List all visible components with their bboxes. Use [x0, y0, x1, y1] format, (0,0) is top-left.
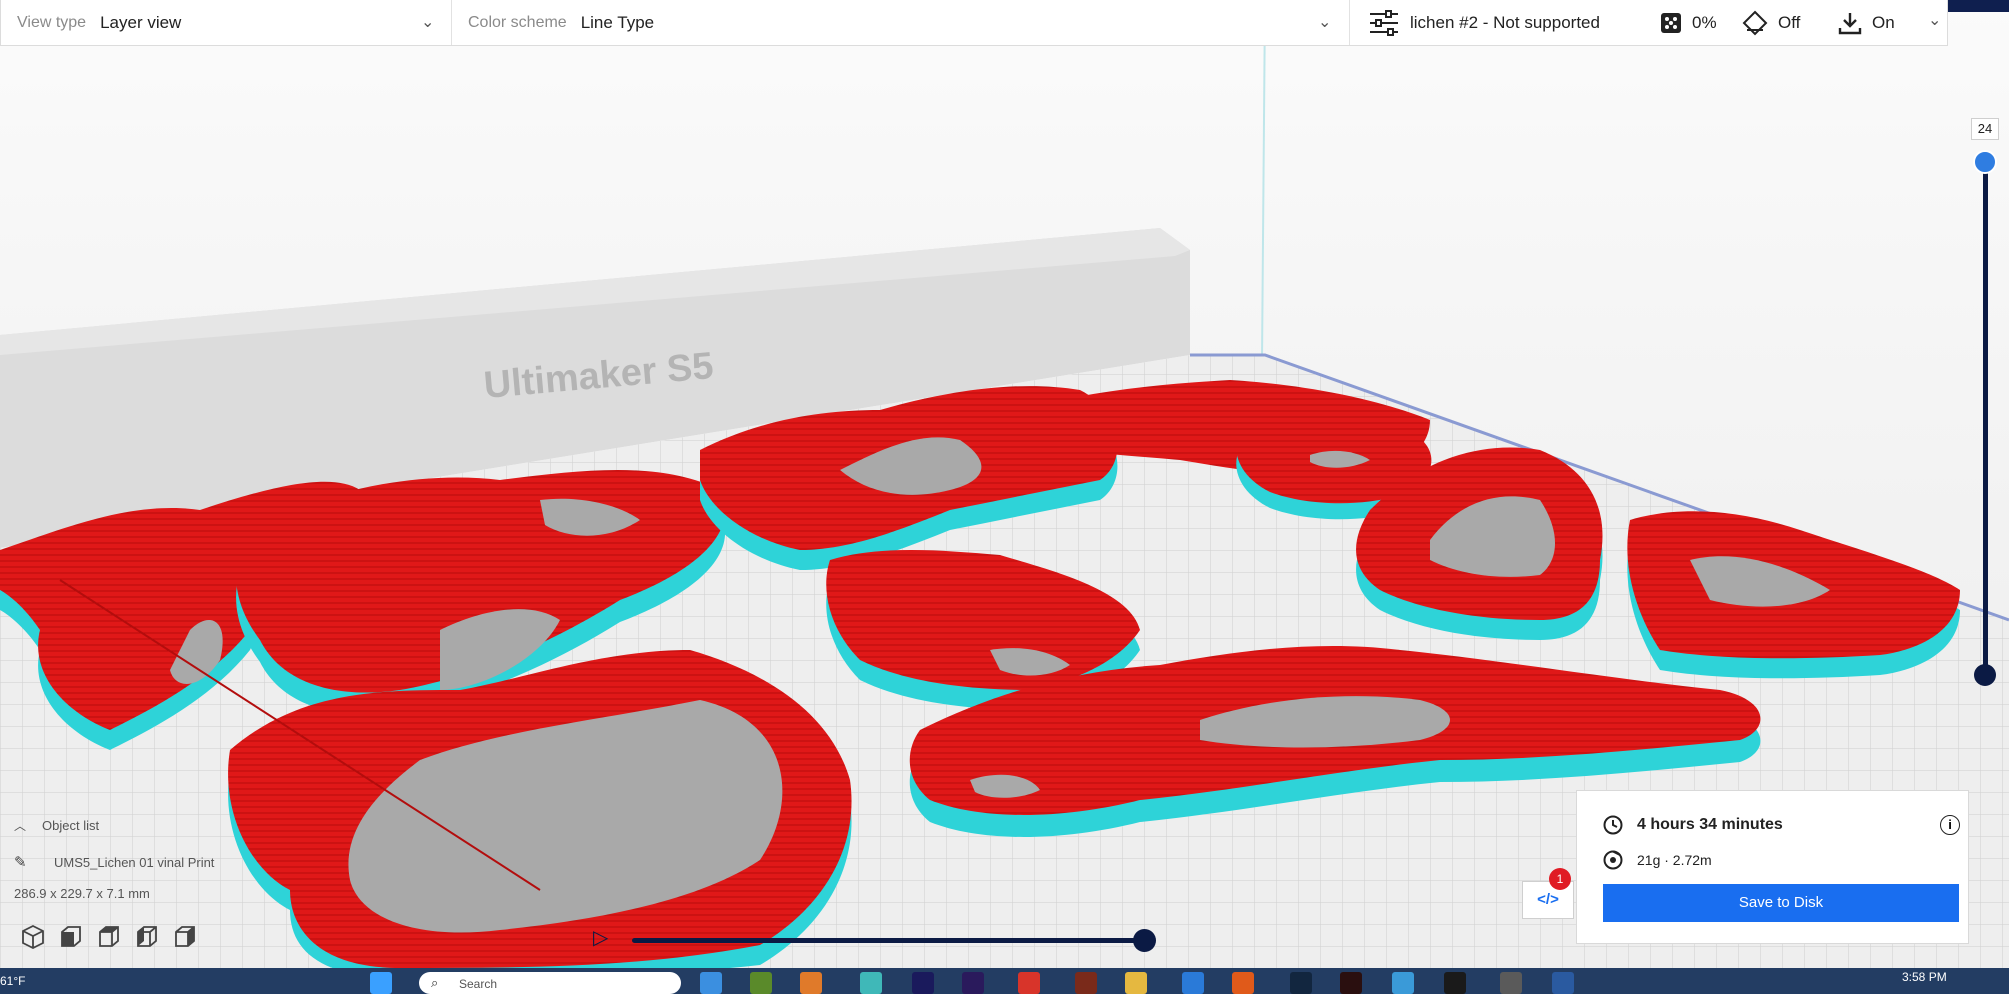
- material-usage: 21g · 2.72m: [1637, 852, 1712, 868]
- layer-slider-bottom-handle[interactable]: [1974, 664, 1996, 686]
- top-toolbar: View type Layer view ⌄ Color scheme Line…: [0, 0, 1948, 46]
- weather-temperature[interactable]: 61°F: [0, 974, 25, 988]
- layer-slider-track[interactable]: [1983, 160, 1988, 676]
- taskbar-search[interactable]: ⌕ Search: [419, 972, 681, 994]
- print-time: 4 hours 34 minutes: [1637, 816, 1783, 833]
- taskbar-app[interactable]: [1500, 972, 1522, 994]
- taskbar-app[interactable]: [912, 972, 934, 994]
- infill-value: 0%: [1692, 12, 1717, 32]
- print-settings-button[interactable]: lichen #2 - Not supported 0% Off On ⌄: [1350, 0, 1947, 45]
- pencil-icon: ✎: [14, 854, 27, 871]
- taskbar-app[interactable]: [1182, 972, 1204, 994]
- chevron-down-icon[interactable]: ⌄: [1928, 10, 1941, 30]
- taskbar-app[interactable]: [1444, 972, 1466, 994]
- taskbar-app[interactable]: [1125, 972, 1147, 994]
- taskbar-app[interactable]: [1075, 972, 1097, 994]
- current-layer-number[interactable]: 24: [1971, 118, 1999, 140]
- print-info-panel: 4 hours 34 minutes i 21g · 2.72m Save to…: [1576, 790, 1969, 944]
- support-value: Off: [1778, 12, 1801, 32]
- taskbar-app[interactable]: [1290, 972, 1312, 994]
- taskbar-app[interactable]: [1552, 972, 1574, 994]
- taskbar-app[interactable]: [800, 972, 822, 994]
- taskbar-app[interactable]: [750, 972, 772, 994]
- support-icon: [1742, 10, 1768, 35]
- object-list-item[interactable]: ✎ UMS5_Lichen 01 vinal Print: [14, 852, 214, 872]
- color-scheme-dropdown[interactable]: Color scheme Line Type ⌄: [452, 0, 1350, 45]
- taskbar-app[interactable]: [700, 972, 722, 994]
- object-dimensions: 286.9 x 229.7 x 7.1 mm: [14, 886, 150, 901]
- layer-slider-top-handle[interactable]: [1973, 150, 1997, 174]
- start-button[interactable]: [370, 972, 392, 994]
- chevron-down-icon: ⌄: [1318, 14, 1332, 31]
- window-accent: [1948, 0, 2009, 12]
- play-icon[interactable]: ▷: [593, 928, 608, 948]
- simulation-slider-handle[interactable]: [1133, 929, 1156, 952]
- left-view-icon[interactable]: [134, 924, 172, 952]
- color-scheme-label: Color scheme: [468, 13, 567, 31]
- info-icon[interactable]: i: [1940, 815, 1960, 835]
- save-to-disk-button[interactable]: Save to Disk: [1603, 884, 1959, 922]
- 3d-view-icon[interactable]: [20, 924, 58, 952]
- object-file-name: UMS5_Lichen 01 vinal Print: [54, 854, 215, 870]
- view-type-label: View type: [17, 13, 87, 31]
- taskbar-app[interactable]: [860, 972, 882, 994]
- right-view-icon[interactable]: [172, 924, 210, 952]
- infill-icon: [1661, 12, 1681, 33]
- taskbar-clock[interactable]: 3:58 PM: [1902, 970, 1947, 984]
- front-view-icon[interactable]: [58, 924, 96, 952]
- simulation-slider-track[interactable]: [632, 938, 1146, 943]
- taskbar-app[interactable]: [1018, 972, 1040, 994]
- color-scheme-value: Line Type: [580, 12, 655, 32]
- clock-icon: [1603, 815, 1623, 835]
- windows-taskbar: 61°F ⌕ Search 3:58 PM: [0, 968, 2009, 994]
- object-list-header: Object list: [42, 817, 100, 833]
- gcode-badge: 1: [1549, 868, 1571, 890]
- search-icon: ⌕: [431, 975, 439, 990]
- taskbar-app[interactable]: [962, 972, 984, 994]
- object-list-toggle[interactable]: ︿ Object list: [14, 814, 214, 836]
- spool-icon: [1603, 850, 1623, 870]
- chevron-down-icon: ⌄: [421, 14, 435, 31]
- object-list-panel: ︿ Object list ✎ UMS5_Lichen 01 vinal Pri…: [14, 814, 214, 902]
- camera-view-buttons: [20, 924, 210, 952]
- taskbar-app[interactable]: [1340, 972, 1362, 994]
- taskbar-app[interactable]: [1232, 972, 1254, 994]
- search-placeholder: Search: [459, 977, 498, 991]
- chevron-up-icon: ︿: [14, 818, 27, 833]
- taskbar-app[interactable]: [1392, 972, 1414, 994]
- adhesion-value: On: [1872, 12, 1895, 32]
- top-view-icon[interactable]: [96, 924, 134, 952]
- view-type-dropdown[interactable]: View type Layer view ⌄: [1, 0, 452, 45]
- settings-sliders-icon: [1370, 9, 1398, 36]
- adhesion-icon: [1838, 12, 1862, 34]
- view-type-value: Layer view: [100, 12, 182, 32]
- print-profile-name: lichen #2 - Not supported: [1410, 12, 1600, 32]
- lichen-piece-far-right: [1627, 511, 1960, 679]
